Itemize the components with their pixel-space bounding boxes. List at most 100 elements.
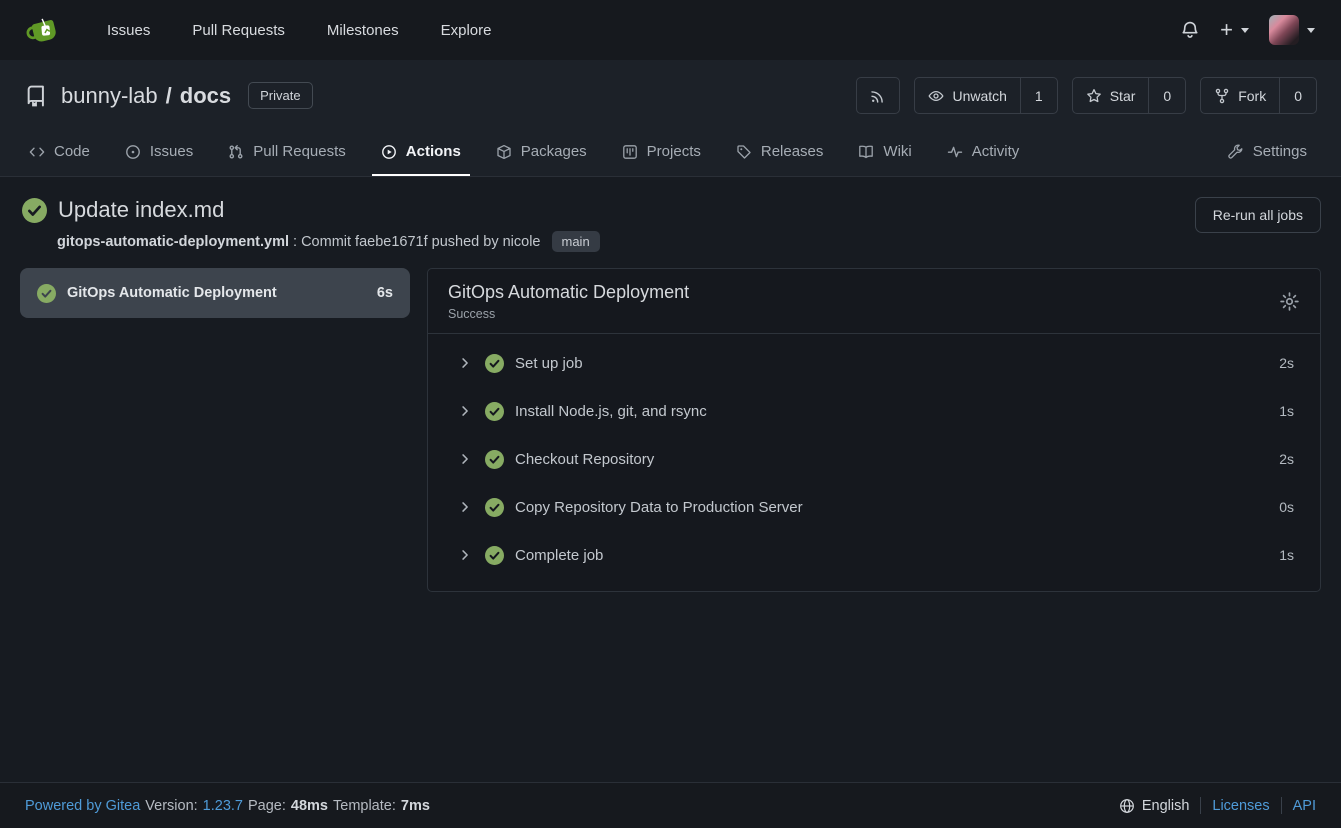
project-board-icon [622,144,638,160]
page-time: 48ms [291,798,328,814]
play-circle-icon [381,144,397,160]
panel-header: GitOps Automatic Deployment Success [428,269,1320,334]
forks-count[interactable]: 0 [1279,78,1316,113]
step-duration: 2s [1279,451,1294,467]
nav-item-milestones[interactable]: Milestones [306,22,420,39]
tab-activity[interactable]: Activity [932,127,1035,176]
run-subtitle: gitops-automatic-deployment.yml : Commit… [57,231,600,252]
nav-left: Issues Pull Requests Milestones Explore [26,12,512,48]
repo-owner-link[interactable]: bunny-lab [61,83,158,109]
create-new-button[interactable]: + [1220,19,1249,41]
fork-button[interactable]: Fork [1201,78,1279,113]
tab-label: Releases [761,143,824,160]
nav-item-explore[interactable]: Explore [420,22,513,39]
tab-label: Pull Requests [253,143,346,160]
jobs-sidebar: GitOps Automatic Deployment 6s [20,268,410,318]
chevron-right-icon [458,404,472,418]
tab-code[interactable]: Code [14,127,105,176]
tab-projects[interactable]: Projects [607,127,716,176]
chevron-right-icon [458,500,472,514]
workflow-file[interactable]: gitops-automatic-deployment.yml [57,234,289,250]
book-icon [858,144,874,160]
repo-icon [24,84,48,108]
tab-label: Packages [521,143,587,160]
tab-label: Issues [150,143,193,160]
watchers-count[interactable]: 1 [1020,78,1057,113]
panel-settings-button[interactable] [1279,291,1300,312]
success-check-icon [485,498,504,517]
branch-badge[interactable]: main [552,231,600,252]
success-check-icon [37,284,56,303]
star-icon [1086,88,1102,104]
unwatch-button[interactable]: Unwatch [915,78,1019,113]
nav-item-pull-requests[interactable]: Pull Requests [171,22,306,39]
star-button[interactable]: Star [1073,78,1149,113]
private-badge: Private [248,82,312,109]
job-name: GitOps Automatic Deployment [67,285,277,301]
notifications-button[interactable] [1180,20,1200,40]
chevron-right-icon [458,356,472,370]
tab-settings[interactable]: Settings [1213,127,1322,176]
tab-label: Projects [647,143,701,160]
step-duration: 2s [1279,355,1294,371]
tab-actions[interactable]: Actions [366,127,476,176]
success-check-icon [485,354,504,373]
step-name: Set up job [515,355,583,372]
api-link[interactable]: API [1293,798,1316,814]
star-label: Star [1110,88,1136,104]
tabs-spacer [1039,127,1213,176]
step-duration: 1s [1279,547,1294,563]
licenses-link[interactable]: Licenses [1212,798,1269,814]
gitea-logo-icon[interactable] [26,12,62,48]
step-duration: 0s [1279,499,1294,515]
nav-item-issues[interactable]: Issues [86,22,171,39]
globe-icon [1119,798,1135,814]
footer: Powered by Gitea Version: 1.23.7 Page: 4… [0,782,1341,828]
chevron-down-icon [1241,28,1249,33]
tab-issues[interactable]: Issues [110,127,208,176]
chevron-right-icon [458,452,472,466]
language-label: English [1142,798,1190,814]
step-row[interactable]: Complete job 1s [428,531,1320,579]
step-row[interactable]: Checkout Repository 2s [428,435,1320,483]
tab-wiki[interactable]: Wiki [843,127,926,176]
tag-icon [736,144,752,160]
job-duration: 6s [377,285,393,301]
user-menu-button[interactable] [1269,15,1315,45]
repo-actions: Unwatch 1 Star 0 [856,77,1317,114]
rss-button[interactable] [856,77,900,114]
run-title-block: Update index.md gitops-automatic-deploym… [22,197,600,252]
tools-icon [1228,144,1244,160]
repo-separator: / [166,83,172,109]
repo-tabs: Code Issues Pull Requests Actions Packag… [0,127,1341,176]
tab-packages[interactable]: Packages [481,127,602,176]
tab-label: Actions [406,143,461,160]
step-row[interactable]: Install Node.js, git, and rsync 1s [428,387,1320,435]
template-label: Template: [333,798,396,814]
stars-count[interactable]: 0 [1148,78,1185,113]
chevron-right-icon [458,548,472,562]
step-row[interactable]: Copy Repository Data to Production Serve… [428,483,1320,531]
step-name: Checkout Repository [515,451,654,468]
fork-label: Fork [1238,88,1266,104]
job-detail-panel: GitOps Automatic Deployment Success [427,268,1321,592]
success-check-icon [485,450,504,469]
run-title: Update index.md [58,197,224,223]
footer-left: Powered by Gitea Version: 1.23.7 Page: 4… [25,798,430,814]
language-selector[interactable]: English [1119,798,1190,814]
chevron-down-icon [1307,28,1315,33]
powered-by-gitea-link[interactable]: Powered by Gitea [25,798,140,814]
watch-button-group: Unwatch 1 [914,77,1057,114]
rerun-all-jobs-button[interactable]: Re-run all jobs [1195,197,1321,233]
version-link[interactable]: 1.23.7 [203,798,243,814]
repo-title-row: bunny-lab / docs Private [0,60,1341,127]
panel-header-text: GitOps Automatic Deployment Success [448,282,689,321]
repo-header: bunny-lab / docs Private [0,60,1341,177]
job-item-selected[interactable]: GitOps Automatic Deployment 6s [20,268,410,318]
tab-pull-requests[interactable]: Pull Requests [213,127,361,176]
success-check-icon [485,546,504,565]
repo-name-link[interactable]: docs [180,83,231,109]
step-row[interactable]: Set up job 2s [428,339,1320,387]
tab-releases[interactable]: Releases [721,127,839,176]
tab-label: Activity [972,143,1020,160]
